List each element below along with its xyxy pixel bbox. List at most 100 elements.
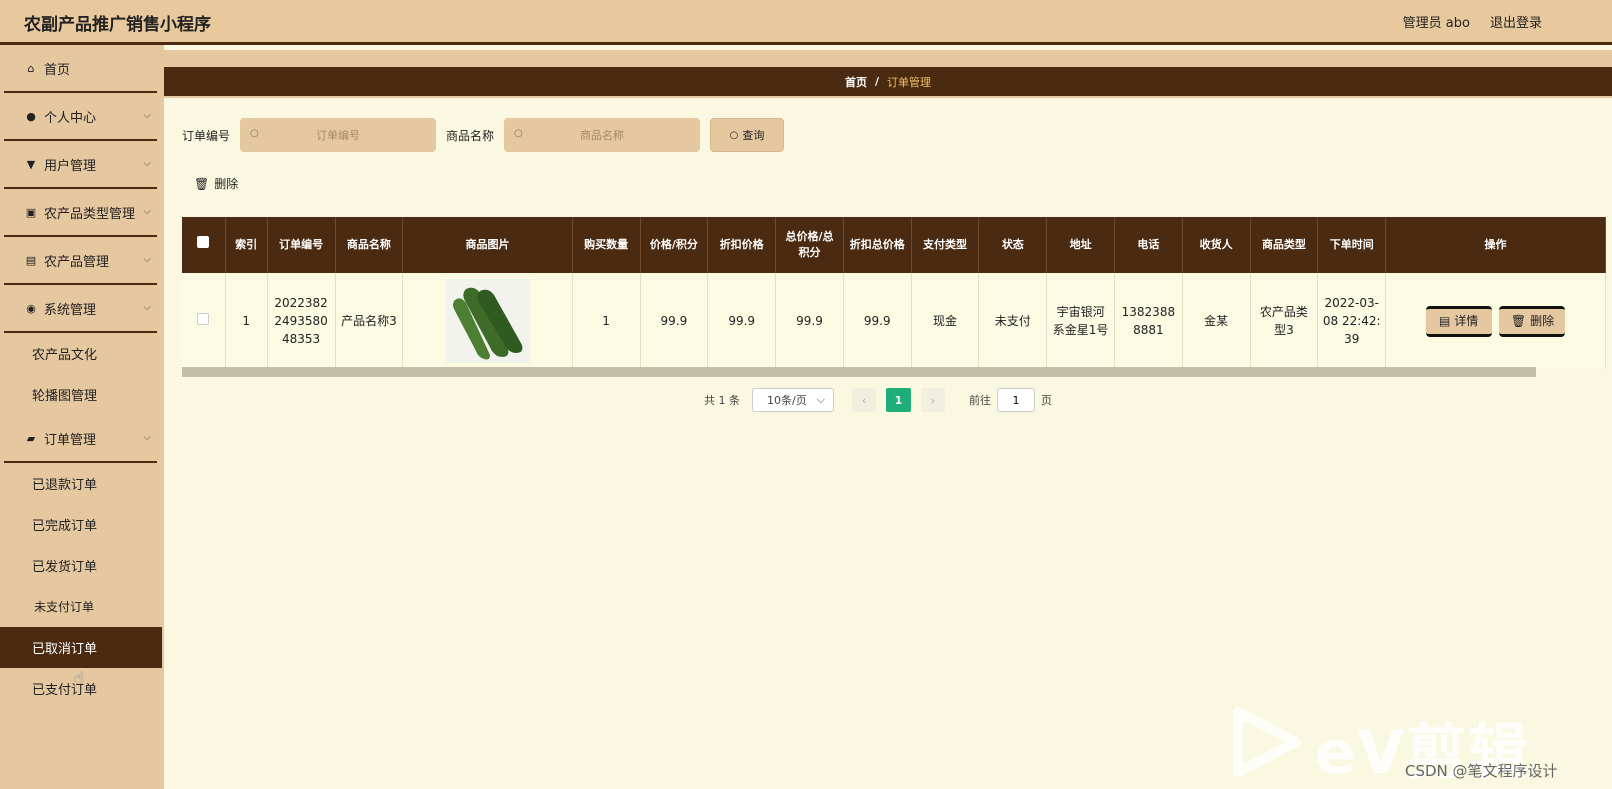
ev-logo-watermark xyxy=(1233,707,1301,777)
col-header: 下单时间 xyxy=(1317,217,1387,273)
sidebar-item-label: 农产品类型管理 xyxy=(44,206,136,222)
sidebar-item-products[interactable]: ▤ 农产品管理 ⌵ xyxy=(4,237,157,285)
cell-category: 农产品类型3 xyxy=(1250,273,1319,369)
cell-time: 2022-03-08 22:42:39 xyxy=(1317,273,1387,369)
sidebar-sub-unpaid[interactable]: 未支付订单 xyxy=(0,586,164,627)
document-icon: ▤ xyxy=(1438,314,1451,328)
select-all-cell[interactable] xyxy=(182,217,226,273)
sidebar-item-label: 用户管理 xyxy=(44,158,97,174)
sidebar-item-label: 订单管理 xyxy=(44,432,97,448)
goto-label: 前往 xyxy=(969,394,991,407)
col-header: 折扣总价格 xyxy=(843,217,912,273)
sidebar-sub-culture[interactable]: 农产品文化 xyxy=(0,333,164,374)
search-icon: ○ xyxy=(729,129,739,141)
row-checkbox[interactable] xyxy=(197,313,210,325)
page-number-current[interactable]: 1 xyxy=(886,388,911,412)
cell-image xyxy=(402,273,573,369)
sidebar-item-orders[interactable]: ▰ 订单管理 ⌵ xyxy=(4,415,157,463)
cell-address: 宇宙银河系金星1号 xyxy=(1046,273,1115,369)
product-name-label: 商品名称 xyxy=(446,128,495,143)
detail-button[interactable]: ▤ 详情 xyxy=(1425,305,1492,337)
row-select-cell[interactable] xyxy=(182,273,226,369)
col-header: 支付类型 xyxy=(911,217,980,273)
breadcrumb-home[interactable]: 首页 xyxy=(845,74,867,90)
next-page-button[interactable]: › xyxy=(921,388,945,412)
sidebar-sub-carousel[interactable]: 轮播图管理 xyxy=(0,374,164,415)
sidebar-item-label: 系统管理 xyxy=(44,302,97,318)
select-all-checkbox[interactable] xyxy=(197,236,210,249)
sidebar-item-personal[interactable]: ● 个人中心 ⌵ xyxy=(4,93,157,141)
goto-page-input[interactable] xyxy=(997,388,1035,412)
col-header: 总价格/总积分 xyxy=(775,217,844,273)
cell-index: 1 xyxy=(225,273,268,369)
page-size-select[interactable]: 10条/页 ⌵ xyxy=(752,388,834,412)
product-name-search-box[interactable]: ○ xyxy=(504,118,701,152)
sidebar-sub-completed[interactable]: 已完成订单 xyxy=(0,504,164,545)
batch-delete-button[interactable]: 🗑 删除 xyxy=(194,175,238,192)
breadcrumb-strip: 首页 / 订单管理 xyxy=(164,50,1612,98)
sidebar-item-category[interactable]: ▣ 农产品类型管理 ⌵ xyxy=(4,189,157,237)
col-header: 折扣价格 xyxy=(707,217,777,273)
top-right-actions: 管理员 abo 退出登录 xyxy=(1403,12,1542,31)
cell-receiver: 金某 xyxy=(1182,273,1251,369)
query-button[interactable]: ○ 查询 xyxy=(710,118,785,152)
sidebar-sub-shipped[interactable]: 已发货订单 xyxy=(0,545,164,586)
col-header: 商品名称 xyxy=(335,217,404,273)
col-header: 地址 xyxy=(1046,217,1115,273)
col-header: 收货人 xyxy=(1182,217,1251,273)
table-header-row: 索引 订单编号 商品名称 商品图片 购买数量 价格/积分 折扣价格 总价格/总积… xyxy=(182,217,1606,273)
search-icon: ○ xyxy=(250,128,259,139)
col-header: 索引 xyxy=(225,217,268,273)
chevron-right-icon: › xyxy=(930,393,936,407)
user-icon: ● xyxy=(26,109,36,123)
orders-table: 索引 订单编号 商品名称 商品图片 购买数量 价格/积分 折扣价格 总价格/总积… xyxy=(182,217,1606,377)
breadcrumb-current: 订单管理 xyxy=(887,75,932,89)
col-header: 电话 xyxy=(1114,217,1183,273)
chevron-down-icon: ⌵ xyxy=(143,158,151,169)
logout-link[interactable]: 退出登录 xyxy=(1490,12,1542,31)
sidebar-item-users[interactable]: ▼ 用户管理 ⌵ xyxy=(4,141,157,189)
cell-discount-price: 99.9 xyxy=(707,273,777,369)
sidebar-sub-refunded[interactable]: 已退款订单 xyxy=(0,463,164,504)
cell-pay-type: 现金 xyxy=(911,273,980,369)
breadcrumb: 首页 / 订单管理 xyxy=(164,67,1612,96)
table-row: 1 2022382 2493580 48353 产品名称3 1 99.9 99.… xyxy=(182,273,1606,369)
col-header: 价格/积分 xyxy=(640,217,709,273)
page-unit-label: 页 xyxy=(1041,394,1052,407)
sidebar-item-label: 首页 xyxy=(44,62,71,78)
trash-icon: 🗑 xyxy=(1510,314,1527,328)
col-header: 订单编号 xyxy=(267,217,336,273)
horizontal-scrollbar[interactable] xyxy=(182,367,1536,377)
sidebar-item-home[interactable]: ⌂ 首页 xyxy=(4,45,157,93)
prev-page-button[interactable]: ‹ xyxy=(852,388,876,412)
product-name-input[interactable] xyxy=(527,128,678,142)
col-header: 状态 xyxy=(978,217,1048,273)
admin-label: 管理员 abo xyxy=(1402,16,1470,31)
col-header: 商品图片 xyxy=(402,217,573,273)
cell-actions: ▤ 详情 🗑 删除 xyxy=(1385,273,1606,369)
chevron-down-icon: ⌵ xyxy=(143,254,151,265)
sidebar-item-system[interactable]: ◉ 系统管理 ⌵ xyxy=(4,285,157,333)
order-no-search-box[interactable]: ○ xyxy=(240,118,437,152)
main-content: 首页 / 订单管理 订单编号 ○ 商品名称 ○ ○ 查询 🗑 删除 xyxy=(164,45,1612,789)
page-size-value: 10条/页 xyxy=(767,394,807,407)
cell-status: 未支付 xyxy=(978,273,1048,369)
app-title: 农副产品推广销售小程序 xyxy=(24,15,211,35)
home-icon: ⌂ xyxy=(27,61,35,75)
hand-cursor-icon: ☝ xyxy=(74,668,84,687)
cell-phone: 13823888881 xyxy=(1114,273,1183,369)
search-icon: ○ xyxy=(514,128,523,139)
detail-button-label: 详情 xyxy=(1454,314,1479,328)
chevron-down-icon: ⌵ xyxy=(816,393,825,406)
breadcrumb-separator: / xyxy=(874,75,880,88)
sidebar-sub-cancelled[interactable]: 已取消订单 xyxy=(0,627,162,668)
pager-total: 共 1 条 xyxy=(704,394,740,407)
order-no-input[interactable] xyxy=(263,128,414,142)
row-delete-button[interactable]: 🗑 删除 xyxy=(1499,305,1566,337)
system-icon: ◉ xyxy=(26,301,36,315)
cell-price: 99.9 xyxy=(640,273,709,369)
users-icon: ▼ xyxy=(26,157,36,171)
chevron-down-icon: ⌵ xyxy=(143,432,151,443)
goto-page: 前往 页 xyxy=(969,388,1052,412)
sidebar-item-label: 个人中心 xyxy=(44,110,97,126)
